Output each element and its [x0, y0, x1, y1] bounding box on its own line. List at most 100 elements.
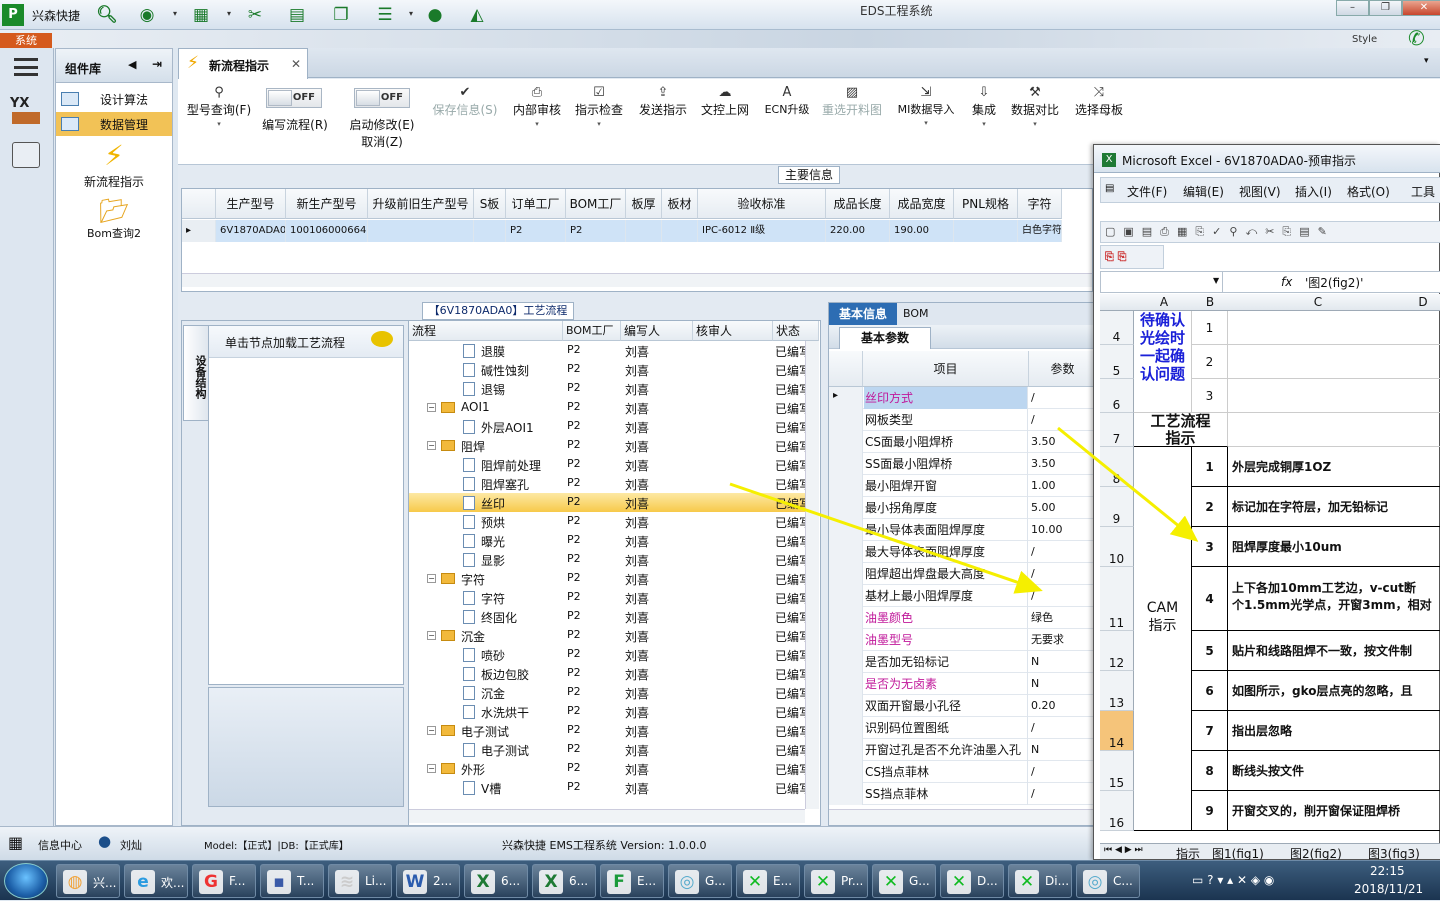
param-value[interactable]: 无要求: [1031, 629, 1064, 651]
pdf-icon[interactable]: ⎘ ⎘: [1105, 250, 1126, 264]
horizontal-scrollbar[interactable]: [409, 809, 805, 823]
item-text[interactable]: 指出层忽略: [1228, 711, 1440, 751]
row-header[interactable]: 4: [1100, 311, 1134, 345]
item-number[interactable]: 8: [1192, 751, 1228, 791]
tree-row[interactable]: − 沉金 P2 刘喜 已编写: [409, 626, 811, 645]
col-header[interactable]: D: [1408, 295, 1438, 309]
param-row[interactable]: SS挡点菲林 /: [829, 783, 1097, 805]
row-header[interactable]: 14: [1100, 711, 1134, 751]
empty-cell[interactable]: [1228, 311, 1440, 345]
style-menu[interactable]: Style: [1352, 34, 1377, 45]
taskbar-button[interactable]: ✕ E...: [736, 864, 800, 898]
param-row[interactable]: 油墨型号 无要求: [829, 629, 1097, 651]
item-number[interactable]: 5: [1192, 631, 1228, 671]
windows-grid-icon[interactable]: ▦: [8, 833, 23, 852]
tab-dropdown-icon[interactable]: ▾: [1424, 56, 1429, 66]
save-info-button[interactable]: ✔ 保存信息(S): [430, 85, 500, 118]
row-header[interactable]: 15: [1100, 751, 1134, 791]
close-button[interactable]: ✕: [1402, 0, 1440, 16]
grid-cell[interactable]: 6V1870ADA0: [216, 220, 286, 242]
b-cell[interactable]: 2: [1192, 345, 1228, 379]
tree-row[interactable]: − 外形 P2 刘喜 已编写: [409, 759, 811, 778]
collapse-left-icon[interactable]: ◀: [128, 58, 136, 71]
taskbar-button[interactable]: ✕ D...: [940, 864, 1004, 898]
grid-cell[interactable]: IPC-6012 Ⅱ级: [698, 220, 826, 242]
menu-tools[interactable]: 工具: [1411, 183, 1435, 200]
tab-bom[interactable]: BOM: [903, 303, 929, 325]
model-query-button[interactable]: ⚲ 型号查询(F) ▾: [184, 85, 254, 128]
globe-icon[interactable]: ◉: [136, 4, 158, 26]
tree-row[interactable]: − 电子测试 P2 刘喜 已编写: [409, 721, 811, 740]
grid-cell[interactable]: [626, 220, 662, 242]
menu-format[interactable]: 格式(O): [1347, 183, 1390, 200]
item-text[interactable]: 如图所示，gko层点亮的忽略，且: [1228, 671, 1440, 711]
equipment-structure-tab[interactable]: 设备结构: [183, 325, 209, 421]
grid-header[interactable]: BOM工厂: [566, 189, 626, 219]
col-header[interactable]: B: [1192, 295, 1228, 309]
tree-header-process[interactable]: 流程: [409, 321, 563, 341]
scissors-icon[interactable]: ✂: [244, 4, 266, 26]
grid-cell[interactable]: [662, 220, 698, 242]
taskbar-button[interactable]: F E...: [600, 864, 664, 898]
process-label[interactable]: 工艺流程 指示: [1134, 413, 1228, 447]
param-value[interactable]: /: [1031, 387, 1035, 409]
complib-new-process-instruction[interactable]: ⚡ 新流程指示: [56, 139, 172, 190]
collapse-icon[interactable]: −: [427, 403, 436, 412]
taskbar-button[interactable]: ◎ G...: [668, 864, 732, 898]
tree-row[interactable]: 显影 P2 刘喜 已编写: [409, 550, 811, 569]
param-row[interactable]: 是否加无铅标记 N: [829, 651, 1097, 673]
col-header[interactable]: C: [1228, 295, 1408, 309]
tree-header-bom[interactable]: BOM工厂: [563, 321, 621, 341]
tree-header-reviewer[interactable]: 核审人: [693, 321, 773, 341]
phone-icon[interactable]: ✆: [1408, 26, 1425, 50]
info-center-link[interactable]: 信息中心: [38, 837, 82, 853]
item-number[interactable]: 7: [1192, 711, 1228, 751]
item-number[interactable]: 4: [1192, 567, 1228, 631]
cam-label[interactable]: CAM 指示: [1134, 447, 1192, 831]
yx-factory-icon[interactable]: YX: [10, 96, 42, 128]
chart-icon[interactable]: ◭: [466, 4, 488, 26]
horizontal-scrollbar[interactable]: [182, 273, 1092, 287]
item-text[interactable]: 上下各加10mm工艺边，v-cut断 个1.5mm光学点，开窗3mm，相对: [1228, 567, 1440, 631]
param-row[interactable]: 阻焊超出焊盘最大高度 /: [829, 563, 1097, 585]
grid-header[interactable]: 板材: [662, 189, 698, 219]
tree-row[interactable]: V槽 P2 刘喜 已编写: [409, 778, 811, 797]
param-row[interactable]: 最大导体表面阻焊厚度 /: [829, 541, 1097, 563]
taskbar-button[interactable]: ▪ T...: [260, 864, 324, 898]
param-value[interactable]: 绿色: [1031, 607, 1053, 629]
tree-row[interactable]: 阻焊前处理 P2 刘喜 已编写: [409, 455, 811, 474]
grid-header[interactable]: 新生产型号: [286, 189, 368, 219]
taskbar-button[interactable]: ◎ C...: [1076, 864, 1140, 898]
tree-header-author[interactable]: 编写人: [621, 321, 693, 341]
tree-row[interactable]: 碱性蚀刻 P2 刘喜 已编写: [409, 360, 811, 379]
param-row[interactable]: 最小拐角厚度 5.00: [829, 497, 1097, 519]
tray-icons[interactable]: ▭ ? ▾ ▴ ✕ ◈ ◉: [1192, 873, 1274, 887]
row-header[interactable]: 16: [1100, 791, 1134, 831]
param-row[interactable]: 双面开窗最小孔径 0.20: [829, 695, 1097, 717]
calculator-icon[interactable]: [12, 142, 40, 168]
grid-header[interactable]: 字符: [1018, 189, 1062, 219]
grid-cell[interactable]: 190.00: [890, 220, 954, 242]
item-text[interactable]: 标记加在字符层，加无铅标记: [1228, 487, 1440, 527]
grid-header[interactable]: 订单工厂: [506, 189, 566, 219]
param-row[interactable]: 识别码位置图纸 /: [829, 717, 1097, 739]
item-text[interactable]: 外层完成铜厚1OZ: [1228, 447, 1440, 487]
param-row[interactable]: 基材上最小阻焊厚度 /: [829, 585, 1097, 607]
menu-insert[interactable]: 插入(I): [1295, 183, 1332, 200]
tree-row[interactable]: 喷砂 P2 刘喜 已编写: [409, 645, 811, 664]
item-number[interactable]: 2: [1192, 487, 1228, 527]
tree-row[interactable]: 丝印 P2 刘喜 已编写: [409, 493, 811, 512]
instruction-check-button[interactable]: ☑ 指示检查 ▾: [574, 85, 624, 128]
param-row[interactable]: 最小阻焊开窗 1.00: [829, 475, 1097, 497]
internal-review-button[interactable]: ⎙ 内部审核 ▾: [512, 85, 562, 128]
param-value[interactable]: /: [1031, 541, 1035, 563]
item-text[interactable]: 断线头按文件: [1228, 751, 1440, 791]
search-icon[interactable]: 🔍︎: [96, 4, 118, 26]
tree-row[interactable]: 电子测试 P2 刘喜 已编写: [409, 740, 811, 759]
empty-cell[interactable]: [1228, 413, 1440, 447]
param-row[interactable]: 最小导体表面阻焊厚度 10.00: [829, 519, 1097, 541]
param-value[interactable]: 10.00: [1031, 519, 1063, 541]
row-header[interactable]: 7: [1100, 413, 1134, 447]
taskbar-button[interactable]: e 欢...: [124, 864, 188, 898]
tree-row[interactable]: 退膜 P2 刘喜 已编写: [409, 341, 811, 360]
